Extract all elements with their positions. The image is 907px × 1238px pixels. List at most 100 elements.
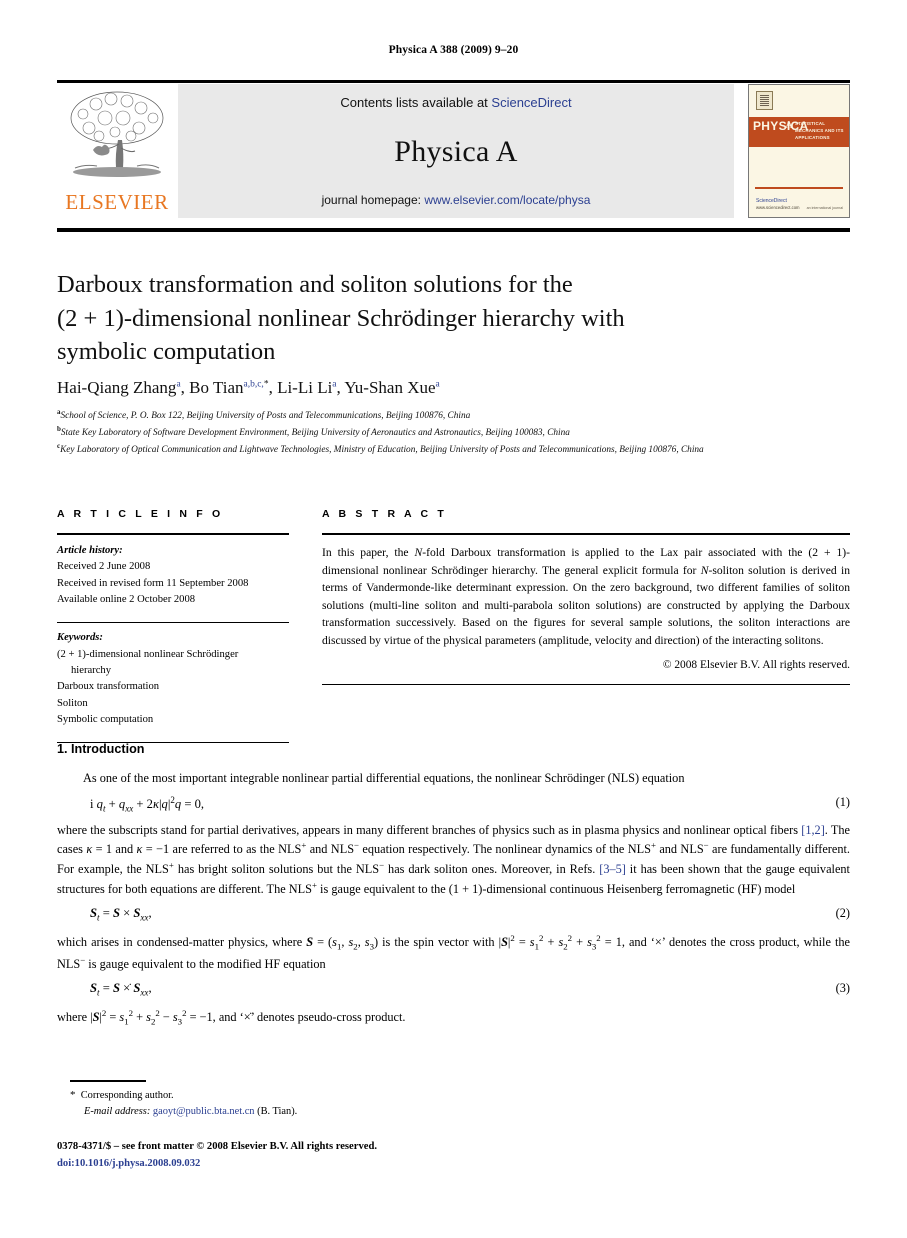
- affiliation-text: School of Science, P. O. Box 122, Beijin…: [60, 411, 471, 422]
- keyword-text: (2 + 1)-dimensional nonlinear Schrödinge…: [57, 648, 239, 660]
- footnotes-block: * Corresponding author. E-mail address: …: [70, 1087, 590, 1120]
- author-name: Li-Li Li: [277, 378, 333, 397]
- body-content: 1. Introduction As one of the most impor…: [57, 742, 850, 1031]
- journal-homepage-line: journal homepage: www.elsevier.com/locat…: [322, 193, 591, 207]
- author-entry: Yu-Shan Xuea: [344, 378, 439, 397]
- cover-right-note: an international journal: [806, 206, 843, 210]
- equation-2: St = S × Sxx, (2): [57, 906, 850, 925]
- banner-top-rule: [57, 80, 850, 83]
- equation-2-body: St = S × Sxx,: [90, 905, 152, 923]
- citation-ref-3-5[interactable]: [3–5]: [599, 862, 626, 876]
- contents-available-line: Contents lists available at ScienceDirec…: [340, 95, 571, 110]
- affiliation-list: aSchool of Science, P. O. Box 122, Beiji…: [57, 407, 847, 458]
- author-name: Yu-Shan Xue: [344, 378, 436, 397]
- equation-1: i qt + qxx + 2κ|q|2q = 0, (1): [57, 795, 850, 814]
- abstract-rule-bottom: [322, 683, 850, 686]
- email-note: E-mail address: gaoyt@public.bta.net.cn …: [70, 1104, 590, 1120]
- cover-sciencedirect-url: www.sciencedirect.com: [756, 204, 800, 210]
- section-heading-introduction: 1. Introduction: [57, 742, 145, 756]
- article-history-label: Article history:: [57, 545, 123, 556]
- imprint-block: 0378-4371/$ – see front matter © 2008 El…: [57, 1139, 657, 1173]
- footnote-separator-rule: [70, 1080, 146, 1082]
- doi-link[interactable]: doi:10.1016/j.physa.2008.09.032: [57, 1156, 657, 1173]
- keyword-item: Soliton: [57, 697, 88, 709]
- journal-homepage-link[interactable]: www.elsevier.com/locate/physa: [424, 193, 590, 207]
- paragraph-2: where the subscripts stand for partial d…: [57, 822, 850, 897]
- author-affiliation-marks[interactable]: a: [436, 379, 440, 389]
- equation-3: St = S ×̇ Sxx, (3): [57, 981, 850, 1000]
- cover-volume-letter: A: [785, 119, 793, 131]
- elsevier-wordmark: ELSEVIER: [65, 190, 169, 214]
- author-entry: Hai-Qiang Zhanga,: [57, 378, 189, 397]
- corresponding-author-note: * Corresponding author.: [70, 1087, 590, 1104]
- affiliation-item: cKey Laboratory of Optical Communication…: [57, 441, 847, 458]
- article-history: Article history: Received 2 June 2008 Re…: [57, 543, 289, 609]
- keyword-item: Symbolic computation: [57, 714, 154, 726]
- equation-1-number: (1): [835, 794, 850, 809]
- journal-banner: ELSEVIER Contents lists available at Sci…: [57, 84, 850, 218]
- affiliation-item: bState Key Laboratory of Software Develo…: [57, 424, 847, 441]
- article-info-heading: A R T I C L E I N F O: [57, 508, 224, 520]
- paragraph-1: As one of the most important integrable …: [83, 771, 685, 785]
- equation-2-number: (2): [835, 905, 850, 920]
- running-head: Physica A 388 (2009) 9–20: [388, 44, 519, 56]
- journal-cover-thumbnail: PHYSICA A STATISTICAL MECHANICS AND ITS …: [748, 84, 850, 218]
- author-name: Bo Tian: [189, 378, 244, 397]
- article-info-rule-mid: [57, 621, 289, 624]
- affiliation-text: State Key Laboratory of Software Develop…: [60, 428, 570, 439]
- affiliation-text: Key Laboratory of Optical Communication …: [60, 445, 704, 456]
- history-item: Available online 2 October 2008: [57, 594, 196, 606]
- email-label: E-mail address:: [84, 1106, 151, 1118]
- author-sep: ,: [180, 378, 190, 397]
- abstract-copyright: © 2008 Elsevier B.V. All rights reserved…: [662, 658, 850, 671]
- equation-3-number: (3): [835, 980, 850, 995]
- author-affiliation-marks[interactable]: a,b,c,: [244, 379, 264, 389]
- elsevier-tree-icon: [63, 88, 171, 184]
- author-name: Hai-Qiang Zhang: [57, 378, 177, 397]
- footnote-star-marker: *: [70, 1089, 76, 1101]
- title-line-2: (2 + 1)-dimensional nonlinear Schrödinge…: [57, 304, 625, 332]
- article-info-column: A R T I C L E I N F O Article history: R…: [57, 508, 289, 744]
- corresponding-author-text: Corresponding author.: [80, 1090, 174, 1101]
- banner-center: Contents lists available at ScienceDirec…: [178, 84, 734, 218]
- page-title: Darboux transformation and soliton solut…: [57, 268, 757, 369]
- keyword-item: (2 + 1)-dimensional nonlinear Schrödinge…: [57, 647, 289, 680]
- author-list: Hai-Qiang Zhanga, Bo Tiana,b,c,*, Li-Li …: [57, 378, 847, 398]
- title-line-3: symbolic computation: [57, 338, 276, 366]
- abstract-heading: A B S T R A C T: [322, 508, 447, 520]
- abstract-column: A B S T R A C T In this paper, the N-fol…: [322, 508, 850, 686]
- equation-1-body: i qt + qxx + 2κ|q|2q = 0,: [90, 794, 205, 814]
- history-item: Received in revised form 11 September 20…: [57, 577, 249, 589]
- abstract-part: In this paper, the: [322, 546, 415, 559]
- email-owner: (B. Tian).: [257, 1106, 298, 1118]
- keywords-label: Keywords:: [57, 632, 103, 644]
- banner-bottom-rule: [57, 228, 850, 232]
- cover-stamp-icon: [756, 91, 773, 110]
- citation-ref-1-2[interactable]: [1,2]: [801, 823, 825, 837]
- affiliation-item: aSchool of Science, P. O. Box 122, Beiji…: [57, 407, 847, 424]
- keywords-block: Keywords: (2 + 1)-dimensional nonlinear …: [57, 630, 289, 728]
- homepage-prefix: journal homepage:: [321, 193, 425, 207]
- paragraph-3: which arises in condensed-matter physics…: [57, 932, 850, 971]
- title-line-1: Darboux transformation and soliton solut…: [57, 271, 573, 298]
- cover-subtitle: STATISTICAL MECHANICS AND ITS APPLICATIO…: [795, 121, 844, 140]
- history-item: Received 2 June 2008: [57, 561, 151, 573]
- elsevier-logo: ELSEVIER: [57, 84, 178, 218]
- paper-page: Physica A 388 (2009) 9–20 ELSEVIER Conte…: [0, 0, 907, 1238]
- abstract-text: In this paper, the N-fold Darboux transf…: [322, 544, 850, 650]
- journal-title: Physica A: [394, 134, 518, 168]
- sciencedirect-link[interactable]: ScienceDirect: [491, 95, 571, 110]
- abstract-rule-top: [322, 533, 850, 535]
- equation-3-body: St = S ×̇ Sxx,: [90, 980, 152, 998]
- cover-rule: [755, 187, 843, 189]
- keyword-text-cont: hierarchy: [71, 665, 111, 677]
- author-entry: Li-Li Lia,: [277, 378, 344, 397]
- paragraph-4: where |S|2 = s12 + s22 − s32 = −1, and ‘…: [57, 1007, 406, 1027]
- email-link[interactable]: gaoyt@public.bta.net.cn: [153, 1106, 255, 1117]
- author-entry: Bo Tiana,b,c,*,: [189, 378, 277, 397]
- author-sep: ,: [268, 378, 278, 397]
- contents-prefix: Contents lists available at: [340, 95, 492, 110]
- keyword-item: Darboux transformation: [57, 681, 160, 693]
- imprint-line: 0378-4371/$ – see front matter © 2008 El…: [57, 1141, 377, 1152]
- article-info-rule-top: [57, 533, 289, 535]
